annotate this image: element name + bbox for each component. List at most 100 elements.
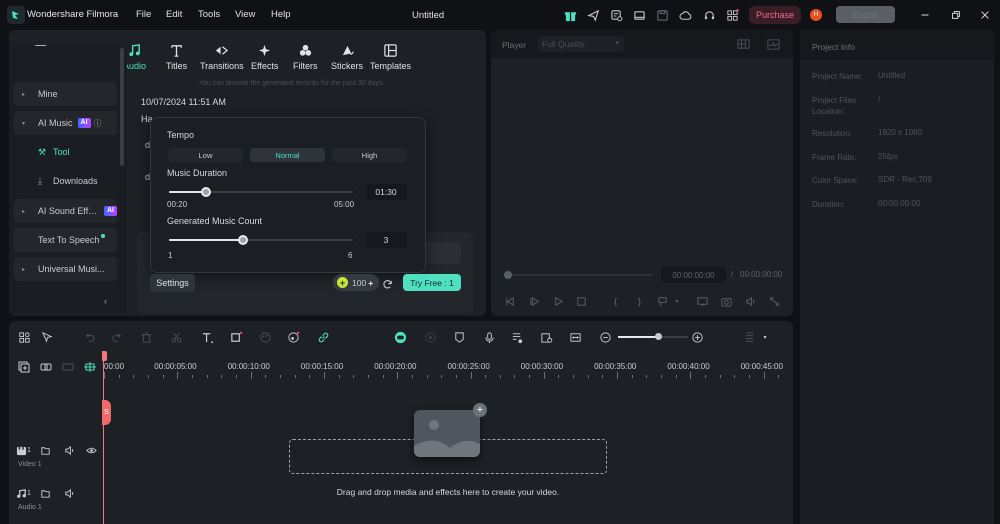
menu-view[interactable]: View xyxy=(235,9,255,20)
select-tool-icon[interactable] xyxy=(40,330,54,344)
magnet-icon[interactable] xyxy=(83,360,96,373)
tempo-option-low[interactable]: Low xyxy=(168,148,243,162)
folder-icon[interactable] xyxy=(39,487,51,499)
feedback-icon[interactable] xyxy=(609,8,623,22)
zoom-out-icon[interactable] xyxy=(598,330,612,344)
auto-highlight-icon[interactable] xyxy=(423,330,437,344)
tempo-option-normal[interactable]: Normal xyxy=(250,148,325,162)
add-credits-icon[interactable]: + xyxy=(368,278,373,288)
sidebar-item-universal-music[interactable]: ▸ Universal Musi... xyxy=(14,257,117,281)
sidebar-item-ai-music[interactable]: ▾ AI Music AI ⓘ xyxy=(14,111,117,135)
playhead[interactable] xyxy=(103,351,104,524)
playback-progress-bar[interactable] xyxy=(508,274,653,276)
sidebar-item-mine[interactable]: ▸ Mine xyxy=(14,82,117,106)
layout-icon[interactable] xyxy=(632,8,646,22)
help-icon[interactable]: ⓘ xyxy=(94,118,102,129)
menu-help[interactable]: Help xyxy=(271,9,291,20)
slider-thumb[interactable] xyxy=(654,333,662,340)
zoom-in-icon[interactable] xyxy=(690,330,704,344)
chevron-down-icon[interactable]: ▾ xyxy=(673,295,681,307)
sidebar-item-downloads[interactable]: ⤓ Downloads xyxy=(14,169,117,193)
link-track-icon[interactable] xyxy=(39,360,52,373)
preview-icon[interactable] xyxy=(539,330,553,344)
volume-icon[interactable] xyxy=(63,487,75,499)
ai-assistant-icon[interactable] xyxy=(393,330,407,344)
purchase-button[interactable]: Purchase xyxy=(749,6,801,24)
mark-out-icon[interactable]: } xyxy=(632,295,644,307)
music-count-slider[interactable] xyxy=(169,235,353,245)
stop-icon[interactable] xyxy=(575,295,587,307)
grid-view-icon[interactable] xyxy=(736,37,750,51)
ai-audio-icon[interactable] xyxy=(286,330,300,344)
scissors-icon[interactable] xyxy=(169,330,183,344)
hide-track-icon[interactable] xyxy=(61,360,74,373)
send-icon[interactable] xyxy=(586,8,600,22)
sidebar-scrollbar[interactable] xyxy=(120,48,124,166)
sidebar-item-ai-sound-effect[interactable]: ▸ AI Sound Effect AI xyxy=(14,199,117,223)
shield-icon[interactable] xyxy=(452,330,466,344)
link-icon[interactable] xyxy=(316,330,330,344)
tab-transitions[interactable]: Transitions xyxy=(200,42,244,71)
music-duration-slider[interactable] xyxy=(169,187,353,197)
timeline-zoom-slider[interactable] xyxy=(618,333,688,340)
minimize-icon[interactable] xyxy=(918,8,932,22)
add-media-icon[interactable]: + xyxy=(473,403,487,417)
restore-icon[interactable] xyxy=(949,8,963,22)
sidebar-item-text-to-speech[interactable]: Text To Speech xyxy=(14,228,117,252)
microphone-icon[interactable] xyxy=(482,330,496,344)
close-icon[interactable] xyxy=(978,8,992,22)
play-icon[interactable] xyxy=(552,295,564,307)
collapse-sidebar-icon[interactable]: ‹ xyxy=(104,296,107,306)
audio-list-icon[interactable] xyxy=(510,330,524,344)
sidebar-item-tool[interactable]: ⚒ Tool xyxy=(14,140,117,164)
refresh-icon[interactable] xyxy=(382,277,393,289)
next-frame-icon[interactable] xyxy=(528,295,540,307)
tempo-option-high[interactable]: High xyxy=(332,148,407,162)
folder-icon[interactable] xyxy=(39,444,51,456)
previous-frame-icon[interactable] xyxy=(504,295,516,307)
tab-effects[interactable]: Effects xyxy=(251,42,278,71)
eye-icon[interactable] xyxy=(85,444,97,456)
layout-grid-icon[interactable] xyxy=(17,330,31,344)
gift-icon[interactable] xyxy=(563,8,577,22)
tab-templates[interactable]: Templates xyxy=(370,42,411,71)
settings-button[interactable]: Settings xyxy=(150,274,195,292)
try-free-button[interactable]: Try Free : 1 xyxy=(403,274,461,291)
user-avatar[interactable]: H xyxy=(810,9,822,21)
playback-progress-thumb[interactable] xyxy=(504,271,512,279)
delete-icon[interactable] xyxy=(139,330,153,344)
cloud-icon[interactable] xyxy=(678,8,692,22)
color-palette-icon[interactable] xyxy=(258,330,272,344)
snapshot-icon[interactable] xyxy=(720,295,732,307)
quality-dropdown[interactable]: Full Quality ▾ xyxy=(538,36,624,52)
undo-icon[interactable] xyxy=(82,330,96,344)
scope-icon[interactable] xyxy=(766,37,780,51)
prompt-input[interactable] xyxy=(423,242,461,264)
menu-file[interactable]: File xyxy=(136,9,151,20)
fit-timeline-icon[interactable] xyxy=(568,330,582,344)
track-layout-icon[interactable] xyxy=(742,330,756,344)
headset-icon[interactable] xyxy=(702,8,716,22)
save-icon[interactable] xyxy=(655,8,669,22)
chevron-down-icon[interactable]: ▾ xyxy=(761,330,769,344)
text-tool-icon[interactable] xyxy=(200,330,214,344)
volume-icon[interactable] xyxy=(63,444,75,456)
tab-stickers[interactable]: Stickers xyxy=(331,42,363,71)
tab-filters[interactable]: Filters xyxy=(293,42,318,71)
slider-thumb[interactable] xyxy=(200,187,211,197)
credits-pill[interactable]: + 100 + xyxy=(333,274,379,291)
mark-in-icon[interactable]: { xyxy=(608,295,620,307)
slider-thumb[interactable] xyxy=(237,235,248,245)
crop-icon[interactable] xyxy=(229,330,243,344)
playhead-handle[interactable] xyxy=(102,351,107,361)
export-button[interactable]: Export xyxy=(836,6,895,23)
fullscreen-icon[interactable] xyxy=(768,295,780,307)
menu-tools[interactable]: Tools xyxy=(198,9,220,20)
redo-icon[interactable] xyxy=(110,330,124,344)
playhead-marker[interactable]: S xyxy=(102,400,111,425)
display-icon[interactable] xyxy=(696,295,708,307)
marker-icon[interactable] xyxy=(656,295,668,307)
apps-icon[interactable] xyxy=(725,8,739,22)
add-track-icon[interactable] xyxy=(17,360,30,373)
menu-edit[interactable]: Edit xyxy=(166,9,182,20)
